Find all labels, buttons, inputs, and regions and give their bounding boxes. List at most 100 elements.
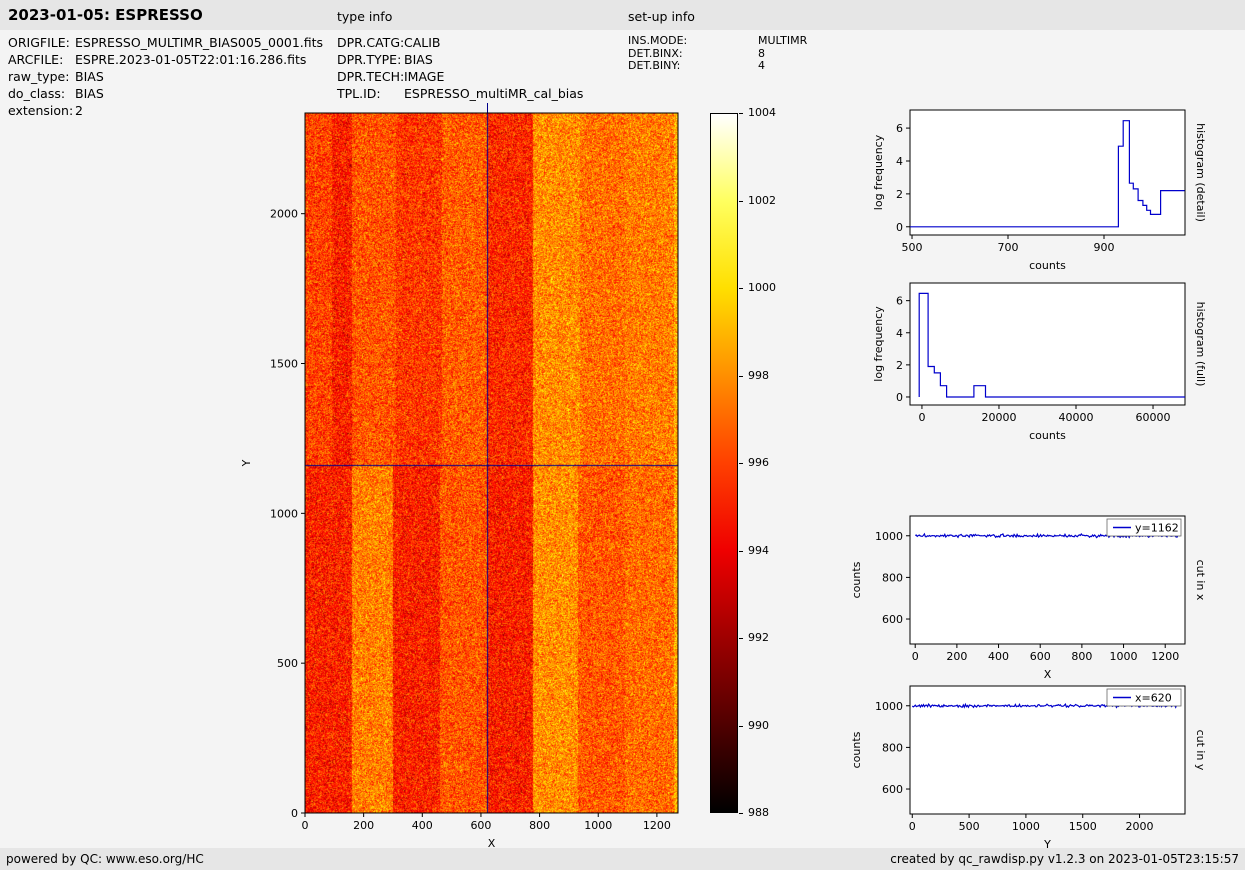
colorbar-tick [739, 463, 743, 464]
page-title: 2023-01-05: ESPRESSO [8, 6, 203, 24]
legend-label: y=1162 [1135, 522, 1179, 535]
setup-info-value: 4 [758, 59, 765, 72]
x-tick-label: 0 [302, 819, 309, 832]
colorbar-tick-label: 1002 [748, 193, 776, 207]
file-info-label: extension: [8, 103, 74, 118]
x-tick-label: 0 [912, 650, 919, 663]
footer-left-text: powered by QC: www.eso.org/HC [6, 852, 204, 866]
x-tick-label: 1000 [584, 819, 612, 832]
y-tick-label: 4 [896, 327, 903, 340]
setup-info-value: 8 [758, 46, 765, 60]
axis-xlabel: X [488, 837, 496, 850]
x-tick-label: 1200 [643, 819, 671, 832]
x-tick-label: 1500 [1069, 820, 1097, 833]
colorbar-tick [739, 813, 743, 814]
x-tick-label: 400 [412, 819, 433, 832]
right-label: cut in x [1194, 560, 1207, 601]
type-info-block: DPR.CATG:CALIB DPR.TYPE: BIAS DPR.TECH:IM… [337, 34, 583, 102]
file-info-value: BIAS [75, 86, 104, 101]
x-tick-label: 1000 [1012, 820, 1040, 833]
y-tick-label: 0 [896, 221, 903, 234]
plot-frame [909, 282, 1186, 406]
x-tick-label: 1000 [1110, 650, 1138, 663]
x-tick-label: 500 [959, 820, 980, 833]
axis-ylabel: log frequency [872, 134, 885, 210]
y-tick-label: 500 [277, 657, 298, 670]
y-tick-label: 0 [291, 807, 298, 820]
colorbar-tick-label: 1004 [748, 106, 776, 119]
y-tick-label: 600 [882, 783, 903, 796]
colorbar [710, 113, 738, 813]
axis-ylabel: log frequency [872, 306, 885, 382]
type-info-heading: type info [337, 9, 393, 24]
file-info-label: do_class: [8, 86, 66, 101]
type-info-row: DPR.CATG:CALIB [337, 34, 583, 51]
setup-info-label: INS.MODE: [628, 34, 688, 47]
colorbar-tick [739, 550, 743, 552]
file-info-value: ESPRE.2023-01-05T22:01:16.286.fits [75, 52, 307, 67]
file-info-label: raw_type: [8, 69, 70, 84]
x-tick-label: 200 [353, 819, 374, 832]
y-tick-label: 0 [896, 391, 903, 404]
type-info-row: DPR.TYPE: BIAS [337, 51, 583, 68]
colorbar-tick [739, 375, 743, 377]
type-info-value: IMAGE [404, 69, 445, 84]
x-tick-label: 400 [988, 650, 1009, 663]
type-info-value: CALIB [404, 35, 441, 50]
colorbar-tick [739, 288, 743, 289]
colorbar-tick [739, 200, 743, 202]
type-info-value: ESPRESSO_multiMR_cal_bias [404, 86, 584, 101]
x-tick-label: 20000 [981, 411, 1016, 424]
colorbar-tick-label: 996 [748, 456, 769, 469]
type-info-label: DPR.TYPE: [337, 52, 402, 67]
cut-x-plot: 0 200 400 600 800 1000 12006008001000Xcounts cu… [850, 515, 1207, 681]
type-info-label: DPR.TECH: [337, 69, 405, 84]
colorbar-tick-label: 992 [748, 631, 769, 644]
cut-y-plot: 0 500 1000 1500 20006008001000Ycounts cut in … [850, 685, 1207, 851]
x-tick-label: 600 [470, 819, 491, 832]
y-tick-label: 6 [896, 122, 903, 135]
y-tick-label: 1500 [270, 358, 298, 371]
y-tick-label: 800 [882, 741, 903, 754]
file-info-value: 2 [75, 103, 83, 118]
x-tick-label: 60000 [1136, 411, 1171, 424]
hist-full-plot: 0 20000 40000 60000 0 2 4 6 counts log frequency h… [872, 282, 1207, 442]
x-tick-label: 1200 [1151, 650, 1179, 663]
x-tick-label: 800 [1071, 650, 1092, 663]
y-tick-label: 2 [896, 188, 903, 201]
plot-frame [909, 109, 1186, 236]
setup-info-row: DET.BINY: 4 [628, 59, 807, 73]
y-tick-label: 6 [896, 295, 903, 308]
colorbar-tick [739, 113, 743, 114]
type-info-row: TPL.ID: ESPRESSO_multiMR_cal_bias [337, 85, 583, 102]
axis-ylabel: counts [850, 561, 863, 598]
raw-image-plot: 0 200 400 600 800 1000 1200 0 500 1000 1500 2000 X Y [240, 112, 679, 850]
legend-label: x=620 [1135, 692, 1172, 705]
y-tick-label: 4 [896, 155, 903, 168]
colorbar-tick-label: 998 [748, 368, 769, 382]
axis-ylabel: counts [850, 731, 863, 768]
y-tick-label: 1000 [875, 700, 903, 713]
type-info-label: TPL.ID: [337, 86, 381, 101]
right-label: histogram (detail) [1194, 123, 1207, 222]
colorbar-tick-label: 988 [748, 806, 769, 819]
type-info-value: BIAS [404, 52, 433, 67]
axis-xlabel: Y [1043, 838, 1051, 851]
file-info-value: BIAS [75, 69, 104, 84]
setup-info-block: INS.MODE: MULTIMR DET.BINX: 8 DET.BINY: 4 [628, 34, 808, 73]
axis-xlabel: counts [1029, 429, 1066, 442]
x-tick-label: 500 [902, 241, 923, 254]
file-info-label: ARCFILE: [8, 52, 64, 67]
colorbar-tick [739, 725, 743, 727]
setup-info-label: DET.BINY: [628, 59, 681, 72]
right-label: histogram (full) [1194, 302, 1207, 387]
setup-info-value: MULTIMR [758, 34, 808, 47]
type-info-row: DPR.TECH:IMAGE [337, 68, 583, 85]
axis-ylabel: Y [240, 459, 253, 467]
file-info-row: do_class: BIAS [8, 85, 323, 102]
x-tick-label: 0 [918, 411, 925, 424]
y-tick-label: 800 [882, 571, 903, 584]
file-info-value: ESPRESSO_MULTIMR_BIAS005_0001.fits [75, 35, 324, 50]
colorbar-tick-label: 1000 [748, 281, 776, 294]
x-tick-label: 2000 [1126, 820, 1154, 833]
